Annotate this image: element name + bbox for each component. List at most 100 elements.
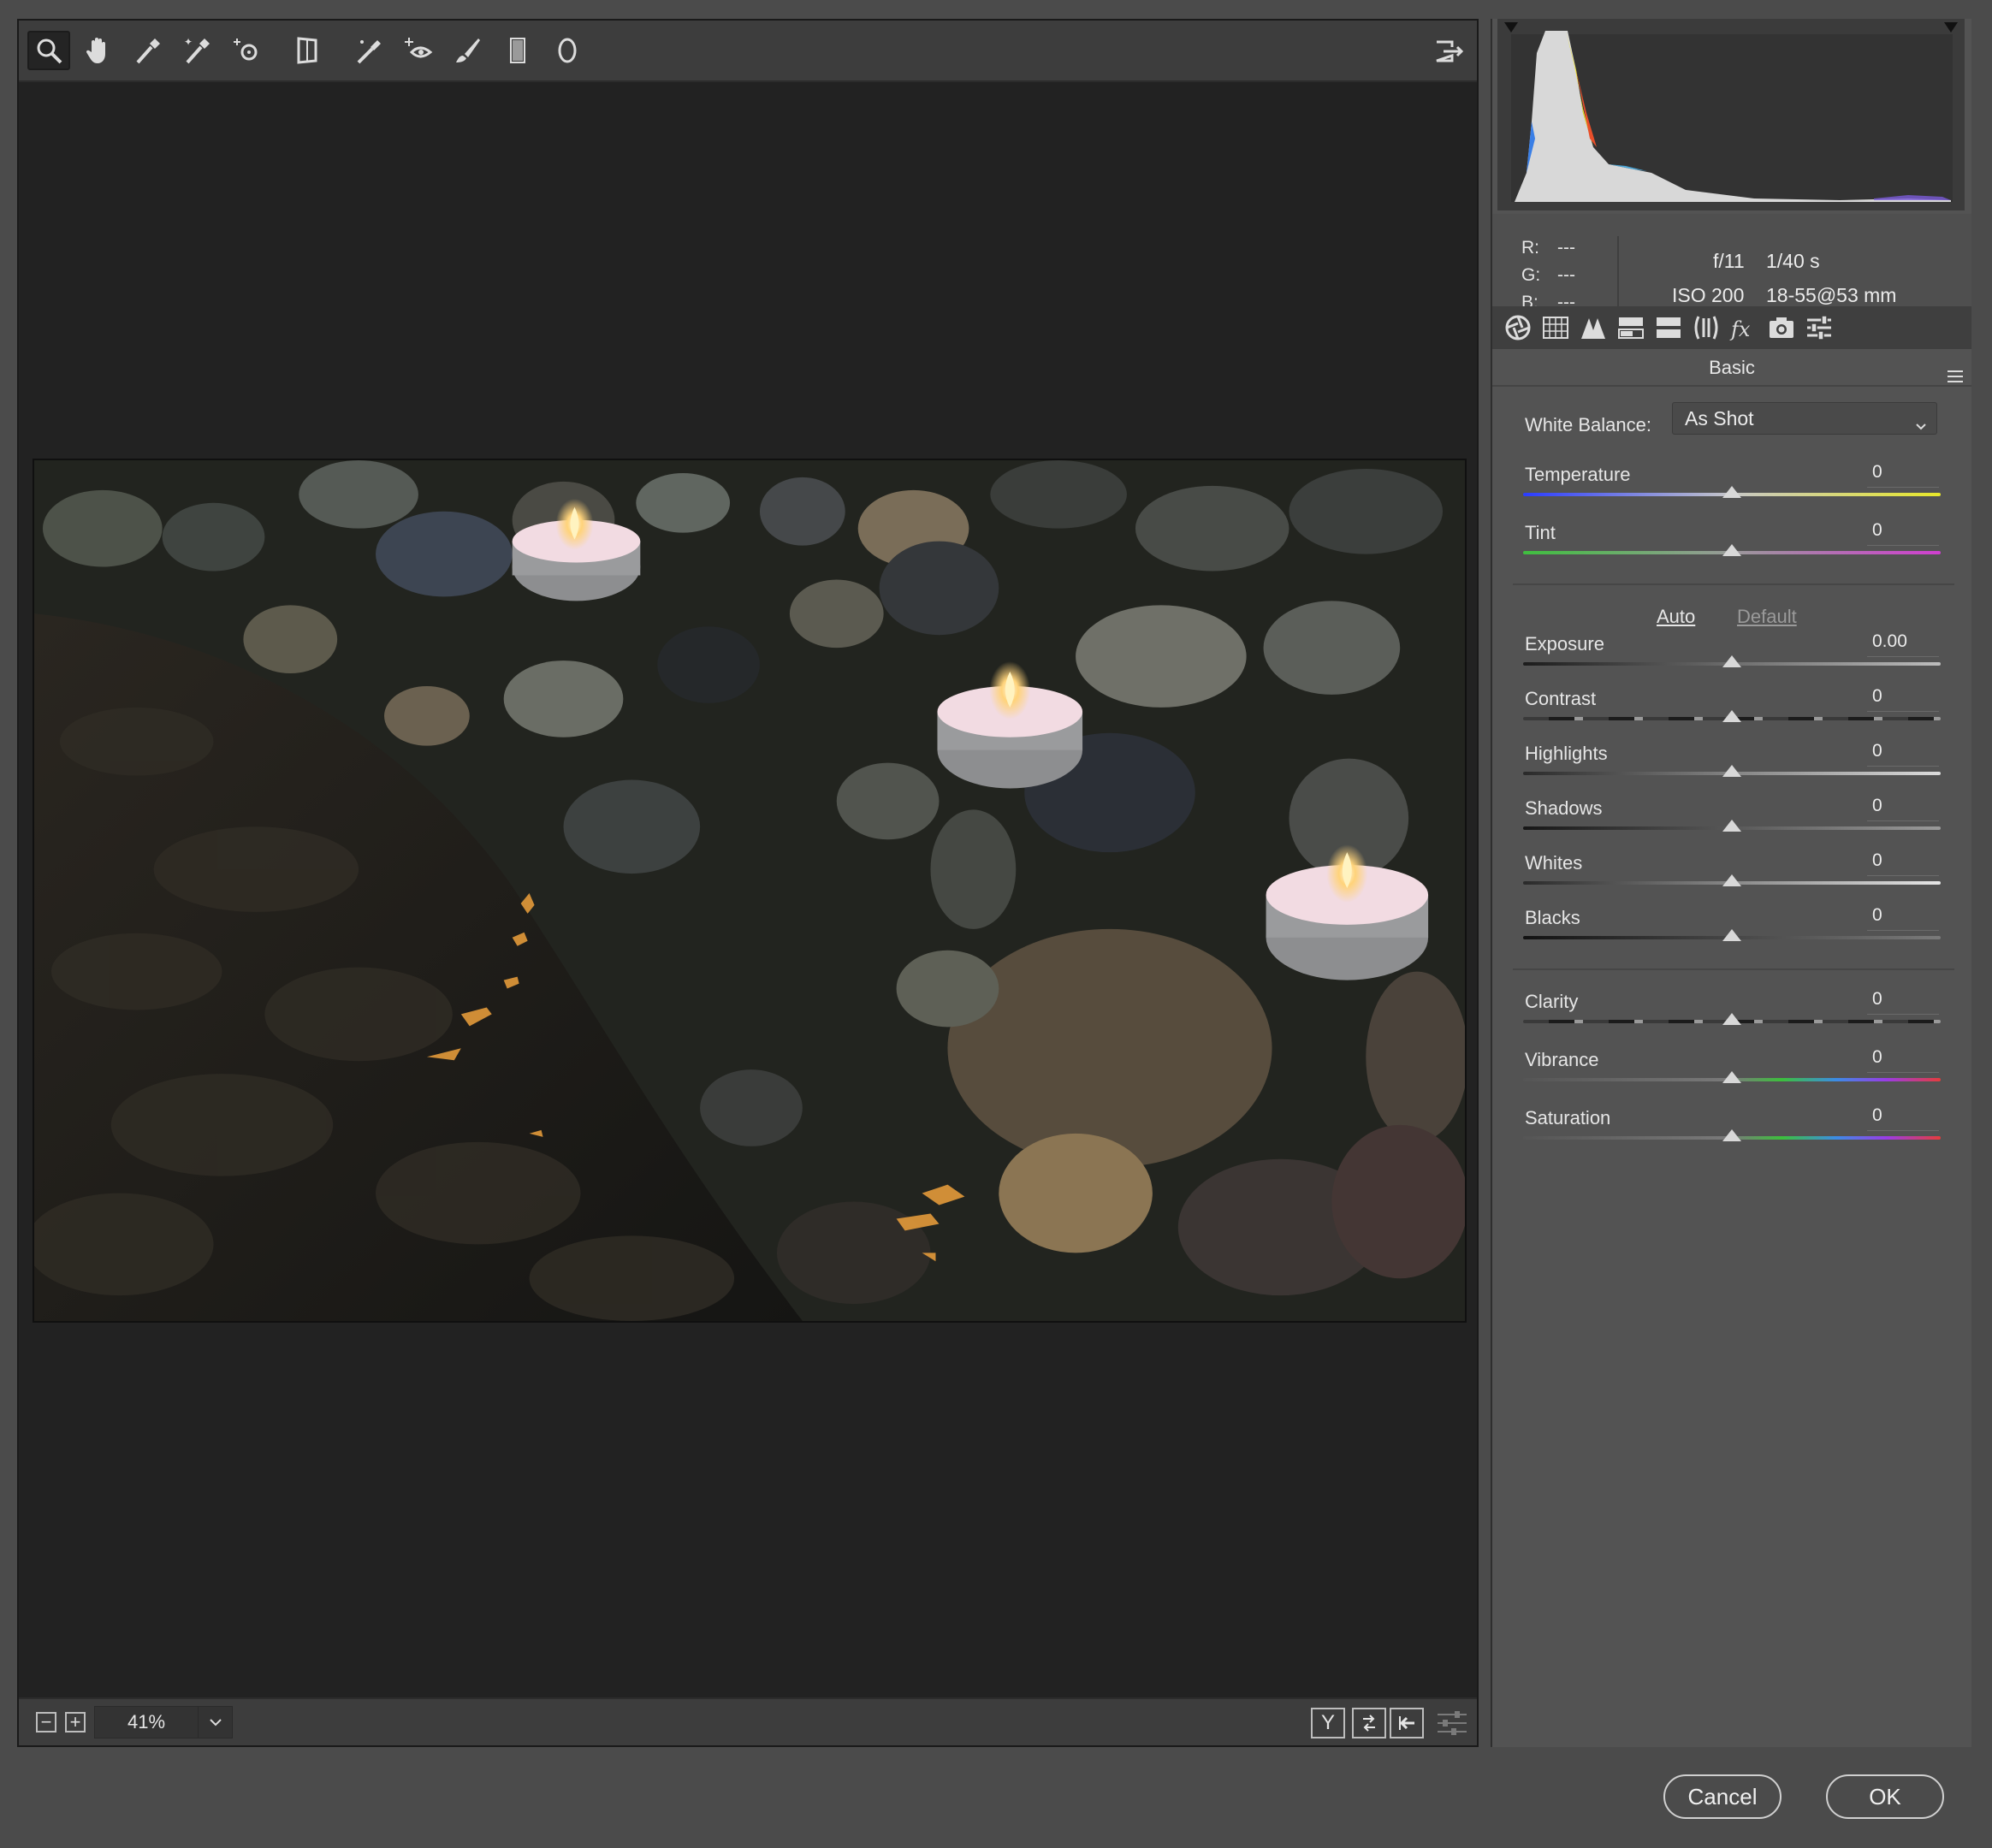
shadows-slider-row: Shadows 0 [1523, 796, 1941, 849]
clarity-thumb[interactable] [1722, 1013, 1741, 1025]
temperature-slider-row: Temperature 0 [1523, 462, 1941, 515]
panel-section-header: Basic [1492, 349, 1971, 387]
auto-link[interactable]: Auto [1657, 606, 1695, 628]
g-label: G: [1521, 265, 1541, 285]
chevron-down-icon[interactable] [198, 1707, 232, 1738]
contrast-value[interactable]: 0 [1867, 686, 1939, 712]
whites-slider-row: Whites 0 [1523, 850, 1941, 903]
cancel-button[interactable]: Cancel [1663, 1774, 1782, 1819]
red-eye-tool-icon[interactable] [397, 31, 440, 70]
divider [1513, 968, 1954, 970]
white-balance-tool-icon[interactable] [127, 31, 169, 70]
highlights-value[interactable]: 0 [1867, 741, 1939, 767]
default-link[interactable]: Default [1737, 606, 1797, 628]
chevron-down-icon [1914, 411, 1928, 441]
temperature-value[interactable]: 0 [1867, 462, 1939, 488]
blacks-value[interactable]: 0 [1867, 905, 1939, 931]
targeted-adjustment-tool-icon[interactable] [226, 31, 269, 70]
whites-label: Whites [1525, 852, 1583, 874]
graduated-filter-icon[interactable] [496, 31, 539, 70]
exposure-thumb[interactable] [1722, 655, 1741, 667]
panel-menu-icon[interactable] [1946, 359, 1965, 382]
highlights-label: Highlights [1525, 743, 1608, 764]
swap-settings-icon[interactable] [1352, 1708, 1386, 1738]
adjustments-panel: R: --- G: --- B: --- f/11 1/40 s ISO 200… [1491, 19, 1971, 1747]
white-balance-select[interactable]: As Shot [1672, 402, 1937, 435]
copy-settings-icon[interactable] [1390, 1708, 1424, 1738]
hsl-tab-icon[interactable] [1612, 309, 1650, 346]
status-bar: − + 41% Y [19, 1697, 1477, 1745]
zoom-tool-icon[interactable] [27, 31, 70, 70]
presets-tab-icon[interactable] [1800, 309, 1838, 346]
saturation-value[interactable]: 0 [1867, 1105, 1939, 1131]
ok-button[interactable]: OK [1826, 1774, 1944, 1819]
zoom-level-select[interactable]: 41% [94, 1706, 233, 1738]
aperture-value: f/11 [1713, 250, 1745, 272]
saturation-label: Saturation [1525, 1107, 1611, 1128]
lens-value: 18-55@53 mm [1766, 284, 1897, 306]
zoom-out-button[interactable]: − [36, 1712, 56, 1732]
clarity-value[interactable]: 0 [1867, 989, 1939, 1015]
contrast-slider-row: Contrast 0 [1523, 686, 1941, 739]
radial-filter-icon[interactable] [546, 31, 589, 70]
adjustment-brush-icon[interactable] [447, 31, 489, 70]
clarity-label: Clarity [1525, 991, 1579, 1012]
before-after-toggle-icon[interactable]: Y [1311, 1708, 1345, 1738]
spot-removal-tool-icon[interactable] [347, 31, 390, 70]
tint-slider-row: Tint 0 [1523, 520, 1941, 573]
tone-curve-tab-icon[interactable] [1537, 309, 1574, 346]
shutter-value: 1/40 s [1766, 250, 1820, 272]
export-icon[interactable] [1427, 31, 1470, 70]
tint-value[interactable]: 0 [1867, 520, 1939, 546]
histogram [1497, 19, 1965, 210]
iso-value: ISO 200 [1672, 284, 1745, 306]
highlights-thumb[interactable] [1722, 765, 1741, 777]
vibrance-value[interactable]: 0 [1867, 1047, 1939, 1073]
camera-raw-window: ✦ − + 41% Y R: --- G: --- B: --- f/11 1/… [0, 0, 1992, 1848]
lens-corrections-tab-icon[interactable] [1687, 309, 1725, 346]
zoom-level-value: 41% [127, 1711, 166, 1732]
effects-tab-icon[interactable]: fx [1725, 309, 1763, 346]
r-value: --- [1557, 238, 1575, 258]
blacks-thumb[interactable] [1722, 929, 1741, 941]
photo-preview[interactable] [33, 459, 1467, 1323]
temperature-thumb[interactable] [1722, 486, 1741, 498]
svg-text:✦: ✦ [184, 36, 193, 48]
saturation-slider-row: Saturation 0 [1523, 1105, 1941, 1158]
blacks-label: Blacks [1525, 907, 1580, 928]
tint-thumb[interactable] [1722, 544, 1741, 556]
vibrance-thumb[interactable] [1722, 1071, 1741, 1083]
contrast-thumb[interactable] [1722, 710, 1741, 722]
shadow-clipping-warning-icon[interactable] [1497, 19, 1523, 44]
detail-tab-icon[interactable] [1574, 309, 1612, 346]
preview-preferences-icon[interactable] [1436, 1709, 1468, 1737]
temperature-label: Temperature [1525, 464, 1631, 485]
shadows-value[interactable]: 0 [1867, 796, 1939, 821]
white-balance-value: As Shot [1685, 407, 1754, 429]
hand-tool-icon[interactable] [77, 31, 120, 70]
transform-tool-icon[interactable] [286, 31, 329, 70]
split-toning-tab-icon[interactable] [1650, 309, 1687, 346]
g-value: --- [1557, 265, 1575, 285]
blacks-slider-row: Blacks 0 [1523, 905, 1941, 958]
contrast-label: Contrast [1525, 688, 1597, 709]
whites-value[interactable]: 0 [1867, 850, 1939, 876]
shadows-thumb[interactable] [1722, 820, 1741, 832]
basic-tab-icon[interactable] [1499, 309, 1537, 346]
panel-tabs: fx [1492, 306, 1971, 349]
highlight-clipping-warning-icon[interactable] [1939, 19, 1965, 44]
divider [1513, 583, 1954, 585]
candles-on-rocks-photo [34, 460, 1465, 1321]
whites-thumb[interactable] [1722, 874, 1741, 886]
exposure-slider-row: Exposure 0.00 [1523, 631, 1941, 684]
exposure-value[interactable]: 0.00 [1867, 631, 1939, 657]
svg-text:fx: fx [1729, 317, 1751, 341]
white-balance-label: White Balance: [1525, 414, 1651, 435]
highlights-slider-row: Highlights 0 [1523, 741, 1941, 794]
r-label: R: [1521, 238, 1539, 258]
saturation-thumb[interactable] [1722, 1129, 1741, 1141]
camera-calibration-tab-icon[interactable] [1763, 309, 1800, 346]
exposure-label: Exposure [1525, 633, 1604, 654]
zoom-in-button[interactable]: + [65, 1712, 86, 1732]
color-sampler-tool-icon[interactable]: ✦ [176, 31, 219, 70]
